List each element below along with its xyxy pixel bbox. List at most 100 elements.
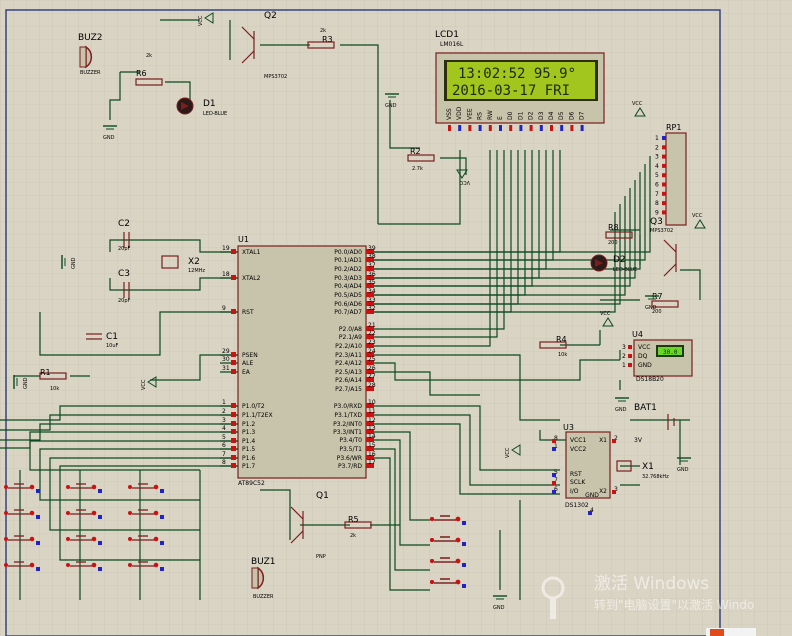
mcu-pin-name: P2.1/A9 [339,334,362,341]
rtc-model: DS1302 [565,502,589,509]
rp1-pin-terminal [662,173,666,178]
lcd-pin-label: D6 [568,111,575,120]
mcu-pin-name: P2.6/A14 [335,377,362,384]
resistor-r6-ref: R6 [136,69,147,78]
mcu-at89c52[interactable]: U1 AT89C52 19XTAL118XTAL29RST29PSEN30ALE… [220,235,376,487]
mcu-pin-terminal [231,429,236,434]
button-pin [153,510,159,516]
mcu-pin-number: 5 [222,434,226,441]
mcu-pin-name: P1.7 [242,463,255,470]
rp1-pin-number: 4 [655,163,659,170]
button-pin [4,563,8,567]
button-state [36,541,40,545]
ground-label: GND [615,407,627,413]
rp1-pin-number: 7 [655,191,659,198]
button-pin [430,559,434,563]
button-state [98,515,102,519]
ground-label: GND [71,257,77,269]
rp1-pin-number: 3 [655,154,659,161]
mcu-pin-name: ALE [242,360,253,367]
sensor-pin-number: 1 [622,362,626,369]
button-pin [430,580,434,584]
rtc-pin-name: VCC2 [570,446,586,453]
vcc-label: VCC [692,213,703,219]
lcd-pin-label: VSS [446,108,453,120]
mcu-pin-name: P0.5/AD5 [334,292,362,299]
mcu-pin-number: 7 [222,451,226,458]
mcu-pin-name: RST [242,309,254,316]
buzzer-buz1-ref: BUZ1 [251,557,276,567]
rtc-pin-terminal [552,447,556,451]
button-pin [455,516,461,522]
transistor-q3-ref: Q3 [650,217,663,227]
button-pin [153,484,159,490]
lcd-pin-terminal [539,125,543,131]
ground-label: GND [493,605,505,611]
lcd-pin-label: D2 [528,111,535,120]
rtc-ref: U3 [563,423,574,432]
mcu-pin-number: 11 [368,408,376,415]
rtc-pin-terminal [552,490,556,494]
mcu-pin-number: 23 [368,339,376,346]
button-pin [66,537,70,541]
ground-label: GND [677,467,689,473]
mcu-pin-number: 27 [368,373,376,380]
mcu-pin-number: 36 [368,271,376,278]
mcu-pin-number: 35 [368,279,376,286]
lcd-pin-label: D0 [507,111,514,120]
lcd-pin-label: RS [477,112,484,120]
rtc-pin-name: RST [570,471,582,478]
sensor-pin-name: GND [638,362,652,369]
ground-label: GND [23,377,29,389]
mcu-pin-number: 22 [368,330,376,337]
mcu-pin-name: P1.2 [242,421,255,428]
button-pin [4,537,8,541]
lcd-model: LM016L [440,41,464,48]
button-pin [430,538,434,542]
button-state [98,489,102,493]
mcu-pin-name: P2.0/A8 [339,326,362,333]
sensor-pin-name: DQ [638,353,648,360]
mcu-pin-name: P3.2/INT0 [333,421,362,428]
mcu-pin-name: P2.2/A10 [335,343,362,350]
mcu-pin-name: P0.2/AD2 [334,266,362,273]
vcc-label: VCC [141,379,147,390]
mcu-pin-terminal [231,455,236,460]
rp1-pin-terminal [662,163,666,168]
mcu-pin-number: 8 [222,459,226,466]
button-pin [29,562,35,568]
mcu-pin-name: P3.3/INT1 [333,429,362,436]
mcu-pin-number: 12 [368,417,376,424]
rp1-pin-terminal [662,182,666,187]
mcu-pin-name: P2.3/A11 [335,352,362,359]
lcd-pin-terminal [478,125,482,131]
button-pin [29,536,35,542]
mcu-pin-number: 1 [222,399,226,406]
rp1-pin-terminal [662,154,666,159]
sensor-pin-number: 2 [622,353,626,360]
mcu-pin-name: P3.1/TXD [334,412,362,419]
vcc-label: VCC [459,179,470,185]
capacitor-c1-ref: C1 [106,332,118,342]
rp1-pin-terminal [662,145,666,150]
mcu-pin-name: P1.5 [242,446,255,453]
taskbar-app-icon[interactable] [710,629,724,636]
mcu-pin-name: P3.5/T1 [339,446,362,453]
resistor-r1-ref: R1 [40,368,51,377]
capacitor-c3-ref: C3 [118,269,130,279]
lcd-pin-terminal [509,125,513,131]
resistor-r8-ref: R8 [608,223,619,232]
mcu-pin-name: EA [242,369,251,376]
lcd-pin-label: D3 [538,111,545,120]
schematic-canvas[interactable]: 13:02:52 95.9° 2016-03-17 FRI LCD1 LM016… [0,0,792,636]
mcu-pin-name: P1.4 [242,438,255,445]
mcu-pin-number: 14 [368,433,376,440]
resistor-r2-value: 2.7k [412,166,423,172]
lcd-pin-label: RW [487,110,494,120]
crystal-x2-ref: X2 [188,257,200,267]
mcu-pin-terminal [231,369,236,374]
mcu-pin-number: 17 [368,459,376,466]
lcd-line-1: 13:02:52 95.9° [458,66,576,82]
lcd-pin-label: VDD [456,106,463,120]
mcu-pin-number: 37 [368,262,376,269]
